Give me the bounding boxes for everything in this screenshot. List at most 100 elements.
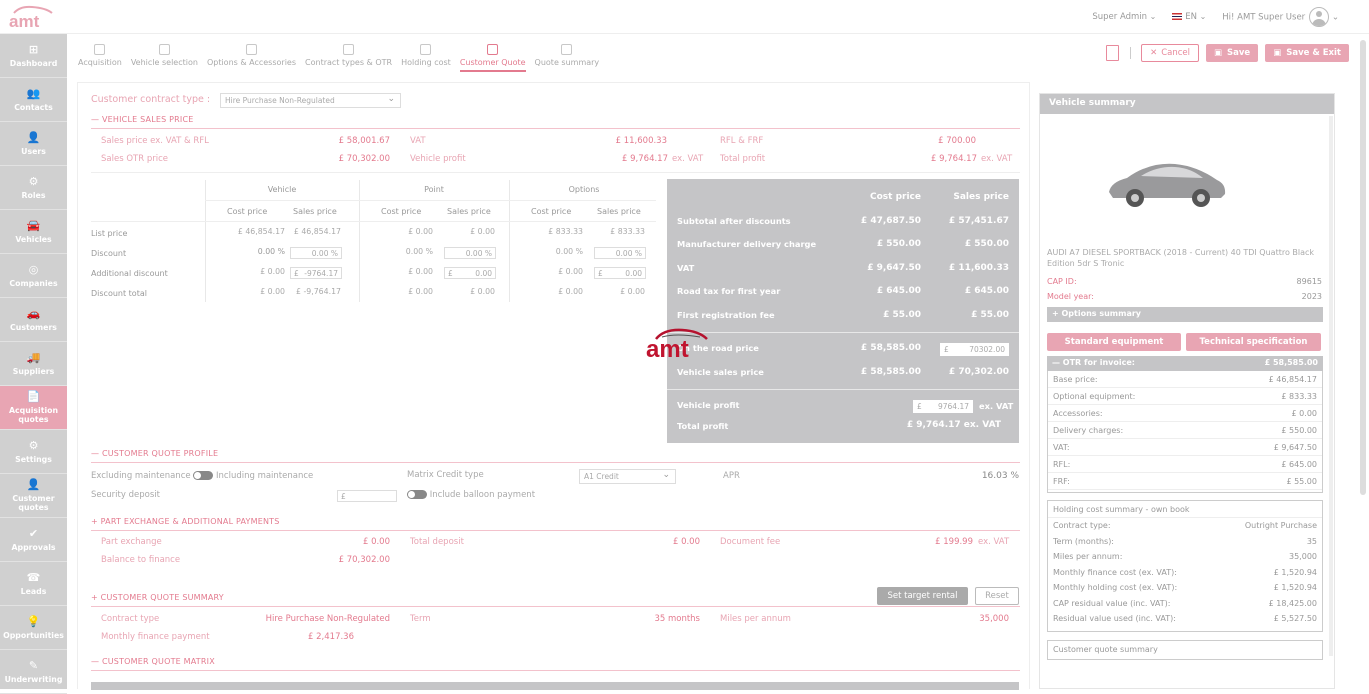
row-label: Residual value used (inc. VAT): — [1053, 614, 1176, 624]
discount-input[interactable]: 0.00 % — [444, 247, 496, 259]
panel-scrollbar[interactable] — [1329, 116, 1333, 656]
save-exit-button[interactable]: ▣ Save & Exit — [1265, 44, 1349, 62]
amt-logo[interactable]: amt — [6, 4, 60, 30]
vat-value: £ 11,600.33 — [615, 136, 667, 146]
sales-price-header: Sales price — [597, 207, 641, 216]
set-target-rental-button[interactable]: Set target rental — [877, 587, 968, 605]
summary-row-sales: £ 11,600.33 — [948, 263, 1009, 273]
discount-input[interactable]: 0.00 % — [594, 247, 646, 259]
document-fee-value: £ 199.99 — [935, 537, 973, 547]
row-label: VAT: — [1053, 442, 1070, 452]
user-menu[interactable]: Hi! AMT Super User ⌄ — [1222, 7, 1339, 27]
maintenance-toggle[interactable] — [193, 471, 214, 480]
row-value: £ 645.00 — [1281, 459, 1317, 469]
step-contract-types-otr[interactable]: Contract types & OTR — [305, 44, 392, 72]
pricing-cell: £ -9,764.17 — [296, 287, 341, 296]
sidebar-item-companies[interactable]: ◎ Companies — [0, 254, 67, 298]
language-dropdown[interactable]: EN — [1172, 12, 1206, 22]
vehicle-profit-suffix: ex. VAT — [672, 154, 704, 164]
sidebar-item-vehicles[interactable]: 🚘 Vehicles — [0, 210, 67, 254]
step-icon — [487, 44, 499, 55]
sidebar-item-leads[interactable]: ☎ Leads — [0, 562, 67, 606]
user-icon: 👤 — [26, 130, 41, 144]
part-exchange-header[interactable]: + PART EXCHANGE & ADDITIONAL PAYMENTS — [91, 517, 1020, 531]
options-summary-toggle[interactable]: + Options summary — [1047, 307, 1323, 322]
total-deposit-value: £ 0.00 — [672, 537, 700, 547]
expand-icon: + — [1052, 309, 1062, 318]
sidebar-item-customers[interactable]: 🚗 Customers — [0, 298, 67, 342]
sidebar-item-approvals[interactable]: ✔ Approvals — [0, 518, 67, 562]
summary-sales-header: Sales price — [953, 192, 1009, 202]
sales-price-value: £ 58,001.67 — [338, 136, 390, 146]
cancel-button[interactable]: ✕ Cancel — [1141, 44, 1199, 62]
sidebar-item-acquisition-quotes[interactable]: 📄 Acquisition quotes — [0, 386, 67, 430]
sidebar-item-dashboard[interactable]: ⊞ Dashboard — [0, 34, 67, 78]
matrix-credit-select[interactable]: A1 Credit — [579, 469, 676, 484]
customer-quote-matrix-header[interactable]: — CUSTOMER QUOTE MATRIX — [91, 657, 1020, 671]
summary-row-label: Subtotal after discounts — [677, 216, 791, 226]
sidebar-item-roles[interactable]: ⚙ Roles — [0, 166, 67, 210]
holding-cost-summary: Holding cost summary - own book Contract… — [1047, 500, 1323, 632]
additional-discount-input[interactable]: £0.00 — [594, 267, 646, 279]
document-icon[interactable] — [1106, 45, 1120, 61]
model-year-value: 2023 — [1301, 292, 1322, 301]
summary-row-sales: £ 57,451.67 — [948, 216, 1009, 226]
approvals-icon: ✔ — [28, 526, 39, 540]
technical-specification-button[interactable]: Technical specification — [1186, 333, 1321, 351]
sidebar-item-customer-quotes[interactable]: 👤 Customer quotes — [0, 474, 67, 518]
role-dropdown[interactable]: Super Admin — [1092, 12, 1156, 22]
pricing-row-label: Discount — [91, 249, 127, 258]
vehicle-profit-input[interactable]: £9764.17 — [913, 400, 973, 413]
step-customer-quote[interactable]: Customer Quote — [459, 44, 526, 72]
otr-invoice-toggle[interactable]: — OTR for invoice: £ 58,585.00 — [1047, 356, 1323, 371]
balance-value: £ 70,302.00 — [338, 555, 390, 565]
pricing-cell: £ 46,854.17 — [237, 227, 285, 236]
balloon-toggle[interactable] — [407, 490, 427, 499]
sidebar-item-contacts[interactable]: 👥 Contacts — [0, 78, 67, 122]
additional-discount-input[interactable]: £ -9764.17 — [290, 267, 342, 279]
discount-input[interactable]: 0.00 % — [290, 247, 342, 259]
svg-text:amt: amt — [646, 336, 689, 361]
close-icon: ✕ — [1150, 48, 1158, 58]
sidebar-item-suppliers[interactable]: 🚚 Suppliers — [0, 342, 67, 386]
pricing-cell: £ 0.00 — [558, 267, 583, 276]
step-vehicle-selection[interactable]: Vehicle selection — [131, 44, 198, 72]
sidebar-item-underwriting[interactable]: ✎ Underwriting — [0, 650, 67, 694]
holding-cost-row: Miles per annum: 35,000 — [1048, 549, 1322, 565]
step-options-accessories[interactable]: Options & Accessories — [207, 44, 296, 72]
sidebar-item-users[interactable]: 👤 Users — [0, 122, 67, 166]
contract-type-summary-value: Hire Purchase Non-Regulated — [265, 614, 390, 624]
additional-discount-input[interactable]: £0.00 — [444, 267, 496, 279]
suppliers-icon: 🚚 — [26, 350, 41, 364]
step-acquisition[interactable]: Acquisition — [78, 44, 122, 72]
vehicle-summary-title: Vehicle summary — [1040, 94, 1334, 114]
step-label: Contract types & OTR — [305, 58, 393, 67]
divider — [667, 389, 1019, 390]
reset-button[interactable]: Reset — [975, 587, 1019, 605]
summary-row-sales: £ 550.00 — [964, 239, 1009, 249]
summary-row-cost: £ 550.00 — [876, 239, 921, 249]
vehicle-sales-price-header[interactable]: — VEHICLE SALES PRICE — [91, 115, 1020, 129]
otr-breakdown-row: Accessories: £ 0.00 — [1048, 405, 1322, 422]
security-deposit-input[interactable]: £ — [337, 490, 397, 502]
standard-equipment-button[interactable]: Standard equipment — [1047, 333, 1181, 351]
otr-value: £ 70,302.00 — [338, 154, 390, 164]
page-scrollbar[interactable] — [1360, 40, 1366, 495]
underwriting-icon: ✎ — [28, 658, 39, 672]
step-holding-cost[interactable]: Holding cost — [401, 44, 451, 72]
step-quote-summary[interactable]: Quote summary — [535, 44, 599, 72]
sidebar-item-label: Suppliers — [12, 366, 55, 376]
sidebar-item-settings[interactable]: ⚙ Settings — [0, 430, 67, 474]
customer-quote-profile-header[interactable]: — CUSTOMER QUOTE PROFILE — [91, 449, 1020, 463]
save-button[interactable]: ▣ Save — [1206, 44, 1259, 62]
maintenance-toggle-group: Excluding maintenance Including maintena… — [91, 471, 314, 481]
vehicle-summary-panel: Vehicle summary AUDI A7 DIESEL SPORTBACK… — [1039, 93, 1335, 689]
sidebar-item-label: Companies — [9, 278, 58, 288]
sidebar-item-opportunities[interactable]: 💡 Opportunities — [0, 606, 67, 650]
quote-stepper: Acquisition Vehicle selection Options & Ac… — [78, 44, 608, 72]
apr-value: 16.03 % — [981, 471, 1019, 481]
contract-type-select[interactable]: Hire Purchase Non-Regulated — [220, 93, 401, 108]
otr-sales-input[interactable]: £70302.00 — [940, 343, 1009, 356]
opportunities-icon: 💡 — [26, 614, 41, 628]
step-label: Acquisition — [78, 58, 122, 67]
